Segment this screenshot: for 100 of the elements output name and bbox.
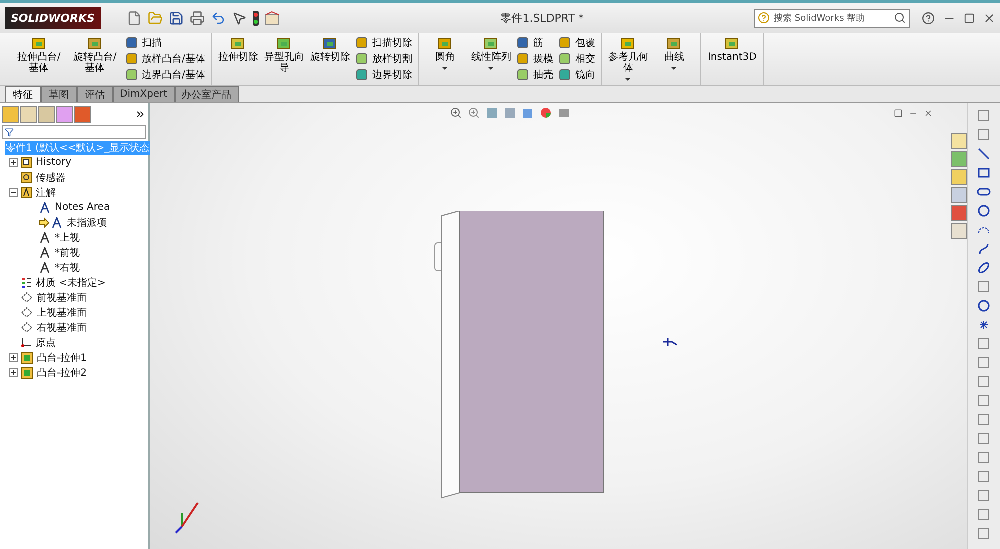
feature-icon [276, 36, 292, 52]
zoom-icon[interactable] [468, 107, 480, 119]
ribbon-button[interactable]: 镜向 [559, 68, 596, 82]
close-icon[interactable] [983, 12, 996, 24]
caret-icon[interactable] [442, 67, 448, 70]
caret-icon[interactable] [625, 78, 632, 81]
tree-item[interactable]: 注解 [35, 186, 57, 200]
ribbon-button[interactable]: 相交 [559, 52, 596, 66]
sensor-icon [21, 172, 32, 183]
ribbon-button[interactable]: 筋 [517, 36, 554, 50]
save-icon[interactable] [169, 10, 184, 26]
tree-item[interactable]: *上视 [54, 230, 81, 244]
ribbon-button[interactable]: 旋转切除 [310, 36, 350, 63]
ribbon-button[interactable]: 拉伸凸台/基体 [14, 36, 64, 74]
ribbon-button[interactable]: 放样切割 [356, 52, 412, 66]
feature-icon [126, 37, 138, 49]
feature-icon [517, 37, 530, 49]
tree-item[interactable]: 凸台-拉伸2 [36, 366, 88, 380]
search-field[interactable]: 搜索 SolidWorks 帮助 [754, 8, 910, 28]
ribbon-button[interactable]: Instant3D [707, 36, 758, 63]
spline-icon[interactable] [977, 242, 991, 256]
collapse-toggle[interactable] [9, 188, 18, 197]
new-document-icon[interactable] [127, 10, 142, 26]
line-icon[interactable] [977, 147, 991, 161]
tab[interactable]: 办公室产品 [174, 86, 239, 102]
ribbon-button[interactable]: 抽壳 [517, 68, 554, 82]
filter-field[interactable] [2, 125, 146, 139]
tree-item[interactable]: 材质 <未指定> [35, 276, 107, 290]
expand-icon[interactable] [135, 109, 146, 120]
feature-icon [356, 53, 368, 65]
ribbon-button[interactable]: 参考几何体 [608, 36, 648, 81]
tab[interactable]: 草图 [41, 86, 77, 102]
ribbon-button[interactable]: 拉伸切除 [218, 36, 258, 63]
note-icon [39, 202, 51, 214]
viewport-tile-icon[interactable] [894, 109, 903, 118]
zoom-icon[interactable] [450, 107, 462, 119]
tree-item[interactable]: History [35, 157, 73, 168]
undo-icon[interactable] [211, 10, 226, 26]
feature-icon [559, 69, 572, 81]
print-icon[interactable] [190, 10, 205, 26]
search-icon[interactable] [894, 12, 906, 24]
expand-toggle[interactable] [9, 368, 18, 377]
ribbon-button[interactable]: 拔模 [517, 52, 554, 66]
feature-icon [230, 36, 246, 52]
ribbon-button[interactable]: 放样凸台/基体 [126, 52, 206, 66]
ribbon-button[interactable]: 旋转凸台/基体 [70, 36, 120, 74]
origin-icon [21, 337, 32, 348]
tree-item[interactable]: 右视基准面 [36, 320, 88, 334]
cube-icon[interactable] [522, 107, 534, 119]
open-folder-icon[interactable] [148, 10, 163, 26]
select-icon[interactable] [232, 10, 247, 26]
circle-icon[interactable] [977, 204, 991, 218]
filter-icon [5, 128, 14, 136]
traffic-light-icon[interactable] [253, 10, 259, 26]
ribbon-button[interactable]: 边界切除 [356, 68, 412, 82]
feature-icon [437, 36, 454, 52]
viewport-close-icon[interactable] [924, 109, 933, 118]
feature-icon [559, 53, 572, 65]
maximize-icon[interactable] [964, 12, 975, 24]
expand-toggle[interactable] [9, 158, 18, 167]
options-icon[interactable] [265, 10, 280, 26]
ribbon-button[interactable]: 异型孔向导 [264, 36, 304, 74]
ellipse-icon[interactable] [977, 261, 991, 275]
caret-icon[interactable] [671, 67, 678, 70]
tab[interactable]: DimXpert [113, 86, 175, 102]
feature-icon [126, 69, 138, 81]
tree-item[interactable]: *前视 [54, 246, 81, 260]
window-title: 零件1.SLDPRT * [500, 10, 584, 26]
tree-item[interactable]: 传感器 [35, 170, 67, 184]
rectangle-icon[interactable] [977, 166, 991, 180]
tree-item[interactable]: 前视基准面 [36, 290, 88, 304]
note-icon [39, 246, 51, 258]
feature-icon [517, 69, 530, 81]
tree-item[interactable]: 原点 [35, 336, 57, 350]
caret-icon[interactable] [488, 67, 494, 70]
ribbon-button[interactable]: 扫描切除 [356, 36, 412, 50]
expand-toggle[interactable] [9, 353, 18, 362]
ribbon-button[interactable]: 边界凸台/基体 [126, 68, 206, 82]
extrude-icon [21, 352, 33, 364]
ribbon-button[interactable]: 圆角 [425, 36, 466, 70]
point-icon[interactable] [977, 318, 991, 332]
tab[interactable]: 评估 [77, 86, 113, 102]
help-icon[interactable] [922, 12, 935, 24]
ribbon-button[interactable]: 扫描 [126, 36, 206, 50]
ribbon-button[interactable]: 线性阵列 [471, 36, 512, 70]
extrude-icon [21, 366, 33, 378]
tab[interactable]: 特征 [5, 86, 41, 102]
appearance-icon[interactable] [540, 107, 552, 119]
material-icon [21, 277, 32, 288]
history-icon [21, 157, 32, 168]
feature-icon [87, 36, 103, 52]
tree-item[interactable]: Notes Area [54, 202, 112, 213]
ribbon-button[interactable]: 曲线 [654, 36, 694, 70]
tree-item[interactable]: 未指派项 [66, 216, 108, 230]
tree-item[interactable]: 上视基准面 [36, 306, 88, 320]
ribbon-button[interactable]: 包覆 [559, 36, 596, 50]
tree-item[interactable]: 凸台-拉伸1 [36, 350, 88, 364]
app-logo: SOLIDWORKS [5, 7, 101, 29]
tree-item[interactable]: *右视 [54, 260, 81, 274]
note-icon [39, 262, 51, 274]
